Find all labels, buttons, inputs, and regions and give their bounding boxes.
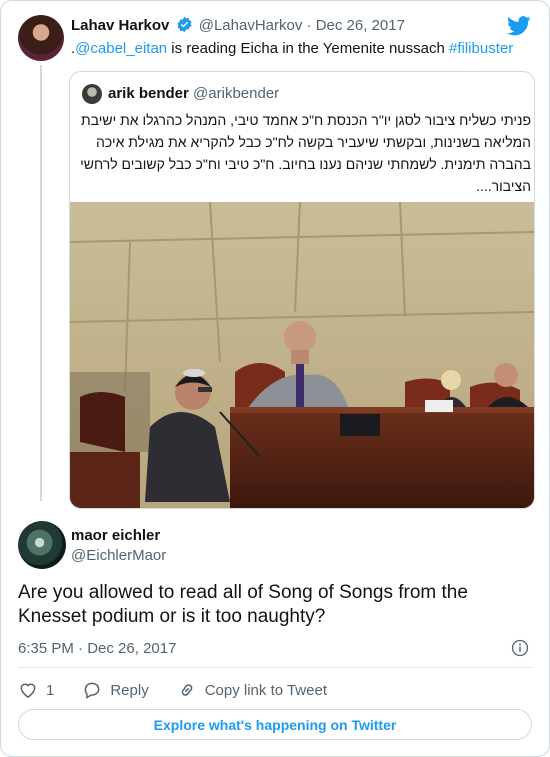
action-bar: 1 Reply Copy link to Tweet (18, 680, 355, 700)
reply-button[interactable]: Reply (82, 680, 149, 700)
reply-author-handle[interactable]: @EichlerMaor (71, 547, 166, 564)
tweet-date[interactable]: Dec 26, 2017 (316, 17, 405, 34)
tweet-text: .@cabel_eitan is reading Eicha in the Ye… (71, 40, 513, 57)
verified-badge-icon (176, 16, 193, 37)
copy-link-label: Copy link to Tweet (204, 681, 327, 699)
twitter-bird-icon[interactable] (507, 16, 531, 41)
reply-date: Dec 26, 2017 (87, 640, 177, 657)
like-button[interactable]: 1 (18, 680, 54, 700)
quoted-author-name: arik bender (108, 85, 189, 102)
text-body: is reading Eicha in the Yemenite nussach (167, 40, 449, 57)
reply-author-name[interactable]: maor eichler (71, 527, 160, 544)
reply-icon (84, 682, 100, 699)
reply-label: Reply (110, 681, 149, 699)
author-avatar[interactable] (18, 15, 64, 61)
quoted-author-handle: @arikbender (193, 85, 280, 102)
reply-date-separator: · (73, 640, 88, 657)
tweet-header: Lahav Harkov @LahavHarkov · Dec 26, 2017 (71, 16, 405, 37)
thread-line (40, 65, 42, 501)
reply-text: Are you allowed to read all of Song of S… (18, 582, 468, 627)
author-name[interactable]: Lahav Harkov (71, 17, 169, 34)
heart-icon (20, 683, 36, 698)
tweet-embed-card: Lahav Harkov @LahavHarkov · Dec 26, 2017… (0, 0, 550, 757)
mention-link[interactable]: @cabel_eitan (75, 40, 167, 57)
copy-link-button[interactable]: Copy link to Tweet (177, 680, 327, 700)
link-icon (181, 684, 193, 696)
divider (18, 667, 532, 668)
like-count: 1 (46, 681, 55, 699)
reply-time: 6:35 PM (18, 640, 74, 657)
hashtag-link[interactable]: #filibuster (449, 40, 513, 57)
quoted-text: פניתי כשליח ציבור לסגן יו"ר הכנסת ח"כ אח… (80, 112, 531, 194)
reply-author-avatar[interactable] (18, 521, 66, 569)
reply-timestamp[interactable]: 6:35 PM · Dec 26, 2017 (18, 640, 176, 657)
quoted-author-avatar (82, 84, 102, 104)
info-icon[interactable] (511, 639, 529, 662)
quoted-header: arik bender @arikbender (108, 85, 279, 102)
explore-twitter-button[interactable]: Explore what's happening on Twitter (18, 709, 532, 740)
author-handle[interactable]: @LahavHarkov (199, 17, 303, 34)
knesset-photo[interactable] (70, 202, 534, 508)
date-separator: · (302, 17, 316, 34)
quoted-tweet[interactable]: arik bender @arikbender פניתי כשליח ציבו… (69, 71, 535, 509)
